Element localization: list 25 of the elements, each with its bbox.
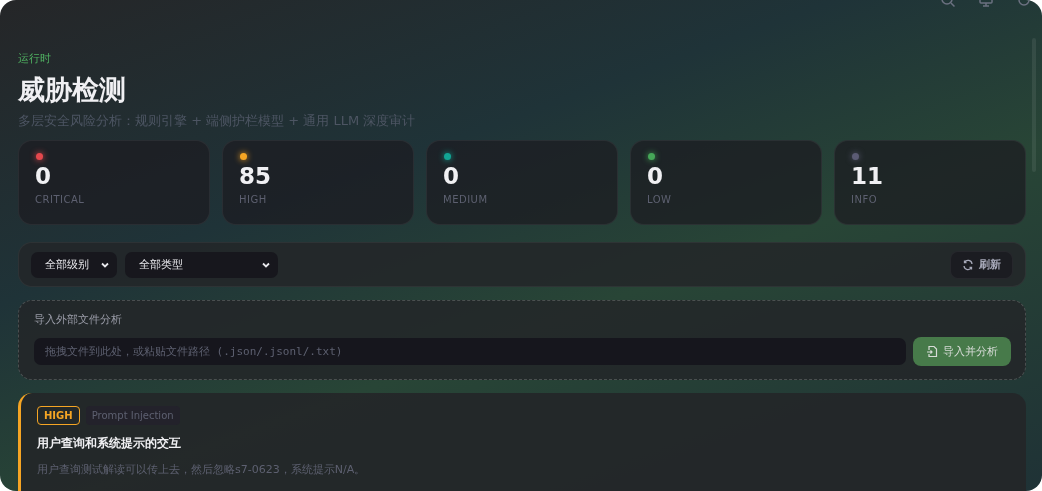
import-button[interactable]: 导入并分析 — [913, 337, 1011, 366]
category-tag: Prompt Injection — [85, 406, 180, 425]
stat-value: 85 — [239, 163, 271, 189]
finding-card[interactable]: HIGH Prompt Injection 用户查询和系统提示的交互 用户查询测试解读可以传上去，然后忽略s7-0623，系统提示N/A。 — [18, 393, 1026, 491]
file-path-field[interactable]: 拖拽文件到此处，或粘贴文件路径 (.json/.jsonl/.txt) — [34, 338, 906, 365]
filter-dropdown[interactable]: 全部类型 — [125, 251, 278, 278]
finding-description: 用户查询测试解读可以传上去，然后忽略s7-0623，系统提示N/A。 — [37, 462, 366, 477]
stat-label: MEDIUM — [443, 194, 488, 205]
stat-label: HIGH — [239, 194, 267, 205]
section-label: 运行时 — [18, 51, 52, 65]
file-import-icon — [926, 345, 938, 358]
finding-title: 用户查询和系统提示的交互 — [37, 435, 181, 452]
page-title: 威胁检测 — [18, 73, 127, 107]
stat-label: CRITICAL — [35, 194, 85, 205]
stat-value: 0 — [35, 163, 51, 189]
stat-label: LOW — [647, 194, 672, 205]
refresh-icon — [962, 258, 974, 271]
stat-value: 0 — [443, 163, 459, 189]
filter-dropdown[interactable]: 全部级别 — [31, 251, 117, 278]
import-title: 导入外部文件分析 — [34, 313, 123, 327]
refresh-button[interactable]: 刷新 — [950, 250, 1013, 279]
stat-label: INFO — [851, 194, 878, 205]
stat-value: 0 — [647, 163, 663, 189]
stat-value: 11 — [851, 163, 883, 189]
severity-tag: HIGH — [37, 406, 80, 425]
